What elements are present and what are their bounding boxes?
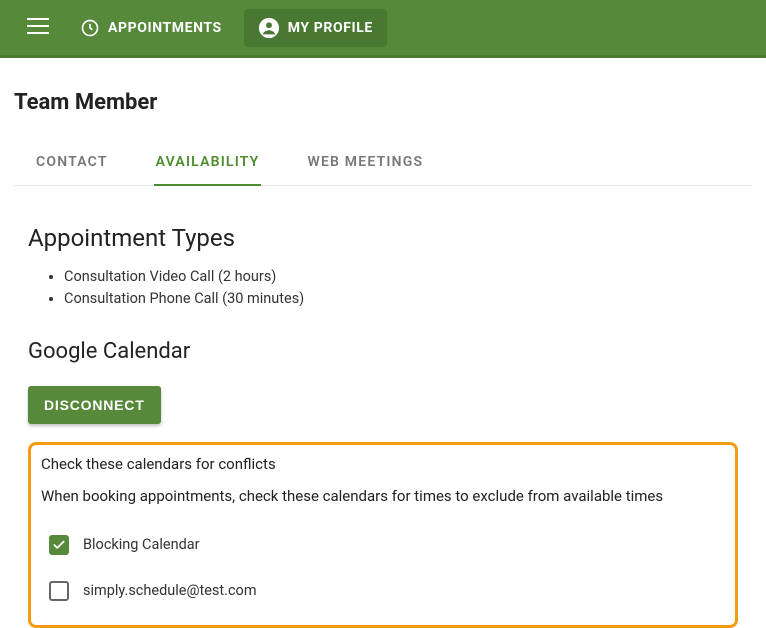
- clock-icon: [80, 18, 100, 38]
- list-item: Consultation Phone Call (30 minutes): [64, 288, 738, 310]
- conflicts-callout: Check these calendars for conflicts When…: [28, 442, 738, 628]
- tab-web-meetings[interactable]: WEB MEETINGS: [305, 144, 425, 186]
- hamburger-icon: [27, 18, 49, 38]
- calendar-checkbox-account[interactable]: [49, 581, 69, 601]
- calendar-row: simply.schedule@test.com: [41, 575, 725, 607]
- menu-button[interactable]: [18, 8, 58, 48]
- conflicts-description: When booking appointments, check these c…: [41, 487, 725, 505]
- tab-availability[interactable]: AVAILABILITY: [154, 144, 262, 186]
- conflicts-title: Check these calendars for conflicts: [41, 455, 725, 473]
- disconnect-button[interactable]: DISCONNECT: [28, 386, 161, 424]
- list-item: Consultation Video Call (2 hours): [64, 266, 738, 288]
- calendar-label: Blocking Calendar: [83, 536, 200, 553]
- nav-appointments-label: APPOINTMENTS: [108, 20, 222, 36]
- nav-appointments[interactable]: APPOINTMENTS: [66, 10, 236, 46]
- calendar-row: Blocking Calendar: [41, 529, 725, 561]
- google-calendar-heading: Google Calendar: [28, 339, 738, 364]
- page-body: Team Member CONTACT AVAILABILITY WEB MEE…: [0, 58, 766, 628]
- page-title: Team Member: [14, 90, 752, 115]
- person-circle-icon: [258, 17, 280, 39]
- appointment-types-heading: Appointment Types: [28, 224, 738, 252]
- calendar-label: simply.schedule@test.com: [83, 582, 257, 599]
- topbar: APPOINTMENTS MY PROFILE: [0, 0, 766, 58]
- calendar-checkbox-blocking[interactable]: [49, 535, 69, 555]
- nav-my-profile[interactable]: MY PROFILE: [244, 9, 387, 47]
- tab-contact[interactable]: CONTACT: [34, 144, 110, 186]
- content: Appointment Types Consultation Video Cal…: [14, 224, 752, 628]
- tabs: CONTACT AVAILABILITY WEB MEETINGS: [14, 143, 752, 186]
- nav-my-profile-label: MY PROFILE: [288, 20, 373, 36]
- appointment-types-list: Consultation Video Call (2 hours) Consul…: [28, 266, 738, 311]
